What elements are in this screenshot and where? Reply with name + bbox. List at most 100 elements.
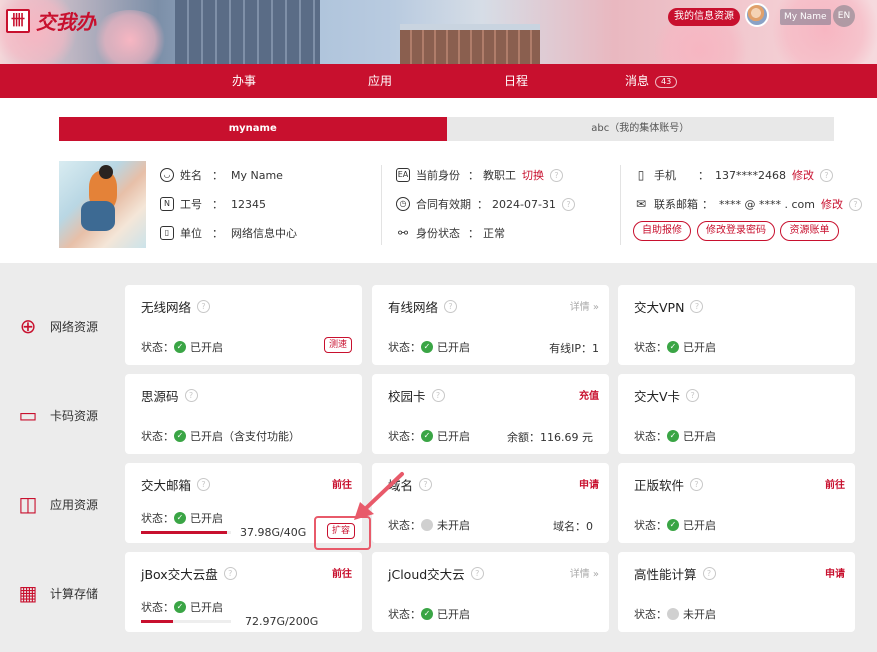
- status-value: 已开启: [683, 430, 716, 443]
- apps-icon: ◫: [18, 492, 38, 516]
- nav-item-apps[interactable]: 应用: [368, 64, 392, 98]
- apply-link[interactable]: 申请: [579, 476, 599, 491]
- card-title: 交大V卡: [634, 389, 681, 404]
- header: 卌 交我办 我的信息资源 My Name EN 办事 应用 日程 消息 43: [0, 0, 877, 98]
- id-label: 工号: [180, 198, 202, 211]
- share-icon: ⚯: [397, 226, 409, 240]
- status-label: 状态：: [388, 341, 421, 354]
- logo-icon: 卌: [6, 8, 30, 33]
- help-icon[interactable]: ?: [702, 567, 716, 580]
- category-cards: ▭ 卡码资源: [16, 403, 98, 427]
- card-vcard[interactable]: 交大V卡? 状态： ✓ 已开启: [618, 374, 855, 454]
- card-title: 无线网络: [141, 300, 192, 315]
- nav-item-label: 日程: [504, 74, 529, 88]
- mail-quota-fill: [141, 531, 227, 534]
- help-icon[interactable]: ?: [444, 300, 458, 313]
- name-row: ◡ 姓名 ： My Name: [160, 166, 283, 184]
- details-link[interactable]: 详情 »: [570, 565, 599, 580]
- edit-phone-link[interactable]: 修改: [792, 167, 814, 183]
- status-label: 状态：: [141, 512, 174, 525]
- nav-item-schedule[interactable]: 日程: [504, 64, 528, 98]
- status-label: 身份状态: [416, 227, 460, 240]
- check-icon: ✓: [667, 519, 679, 531]
- help-icon[interactable]: ?: [197, 300, 211, 313]
- status-value: 已开启: [437, 430, 470, 443]
- help-icon[interactable]: ?: [223, 567, 237, 580]
- nav-item-tasks[interactable]: 办事: [232, 64, 256, 98]
- card-wifi[interactable]: 无线网络? 状态： ✓ 已开启 测速: [125, 285, 362, 365]
- goto-link[interactable]: 前往: [332, 476, 352, 491]
- help-icon[interactable]: ?: [470, 567, 484, 580]
- tab-group-account[interactable]: abc（我的集体账号）: [446, 117, 834, 141]
- apply-link[interactable]: 申请: [825, 565, 845, 580]
- help-icon[interactable]: ?: [431, 389, 445, 402]
- contract-label: 合同有效期: [416, 198, 471, 211]
- wired-ip-count: 有线IP：1: [549, 342, 599, 355]
- blossom-decoration: [90, 10, 170, 70]
- card-balance: 余额：116.69 元: [507, 431, 593, 444]
- nav-item-messages[interactable]: 消息 43: [625, 64, 678, 98]
- status-label: 状态：: [141, 341, 174, 354]
- card-software[interactable]: 正版软件? 前往 状态： ✓ 已开启: [618, 463, 855, 543]
- check-icon: ✓: [667, 430, 679, 442]
- tab-personal-account[interactable]: myname: [59, 117, 447, 141]
- my-info-button[interactable]: 我的信息资源: [668, 8, 740, 26]
- card-wired[interactable]: 有线网络? 详情 » 状态： ✓ 已开启 有线IP：1: [372, 285, 609, 365]
- card-jbox[interactable]: jBox交大云盘? 前往 状态： ✓ 已开启 72.97G/200G: [125, 552, 362, 632]
- change-password-button[interactable]: 修改登录密码: [697, 221, 775, 241]
- identity-value: 教职工: [483, 169, 516, 182]
- card-siyuan-code[interactable]: 思源码? 状态： ✓ 已开启（含支付功能）: [125, 374, 362, 454]
- status-label: 状态：: [388, 430, 421, 443]
- identity-label: 当前身份: [416, 169, 460, 182]
- chevron-right-icon: »: [592, 302, 599, 313]
- card-jcloud[interactable]: jCloud交大云? 详情 » 状态： ✓ 已开启: [372, 552, 609, 632]
- help-icon[interactable]: ?: [690, 300, 704, 313]
- speed-test-button[interactable]: 测速: [323, 337, 352, 353]
- help-icon[interactable]: ?: [848, 197, 862, 211]
- edit-email-link[interactable]: 修改: [821, 196, 843, 212]
- help-icon[interactable]: ?: [550, 168, 563, 182]
- card-title: 校园卡: [388, 389, 426, 404]
- goto-link[interactable]: 前往: [332, 565, 352, 580]
- help-icon[interactable]: ?: [197, 478, 211, 491]
- check-icon: ✓: [421, 341, 433, 353]
- card-campus-card[interactable]: 校园卡? 充值 状态： ✓ 已开启 余额：116.69 元: [372, 374, 609, 454]
- category-network: ⊕ 网络资源: [16, 314, 98, 338]
- help-icon[interactable]: ?: [419, 478, 433, 491]
- switch-identity-link[interactable]: 切换: [522, 167, 544, 183]
- help-icon[interactable]: ?: [820, 168, 833, 182]
- recharge-link[interactable]: 充值: [579, 387, 599, 402]
- help-icon[interactable]: ?: [184, 389, 198, 402]
- avatar[interactable]: [745, 3, 769, 27]
- card-hpc[interactable]: 高性能计算? 申请 状态： 未开启: [618, 552, 855, 632]
- card-title: jCloud交大云: [388, 567, 465, 582]
- username-label[interactable]: My Name: [780, 9, 831, 25]
- check-icon: ✓: [421, 430, 433, 442]
- status-label: 状态：: [634, 341, 667, 354]
- resource-bill-button[interactable]: 资源账单: [780, 221, 839, 241]
- card-icon: ▭: [18, 403, 38, 427]
- check-icon: ✓: [174, 430, 186, 442]
- phone-value: 137****2468: [715, 168, 786, 182]
- help-icon[interactable]: ?: [686, 389, 700, 402]
- goto-link[interactable]: 前往: [825, 476, 845, 491]
- self-repair-button[interactable]: 自助报修: [633, 221, 691, 241]
- language-toggle[interactable]: EN: [833, 5, 855, 27]
- details-link[interactable]: 详情 »: [570, 298, 599, 313]
- unit-value: 网络信息中心: [231, 227, 297, 240]
- nav-item-label: 应用: [368, 74, 393, 88]
- account-tabs: myname abc（我的集体账号）: [59, 117, 834, 141]
- card-vpn[interactable]: 交大VPN? 状态： ✓ 已开启: [618, 285, 855, 365]
- chevron-right-icon: »: [592, 569, 599, 580]
- category-label: 网络资源: [50, 319, 99, 334]
- category-label: 卡码资源: [50, 408, 99, 423]
- status-label: 状态：: [634, 519, 667, 532]
- identity-row: EA 当前身份 ： 教职工 切换 ?: [396, 166, 563, 184]
- help-icon[interactable]: ?: [561, 197, 575, 211]
- contract-row: ◷ 合同有效期 ： 2024-07-31 ?: [396, 195, 575, 213]
- help-icon[interactable]: ?: [690, 478, 704, 491]
- check-icon: ✓: [174, 601, 186, 613]
- mail-icon: ✉: [635, 197, 647, 211]
- unit-label: 单位: [180, 227, 202, 240]
- logo[interactable]: 卌 交我办: [6, 6, 96, 35]
